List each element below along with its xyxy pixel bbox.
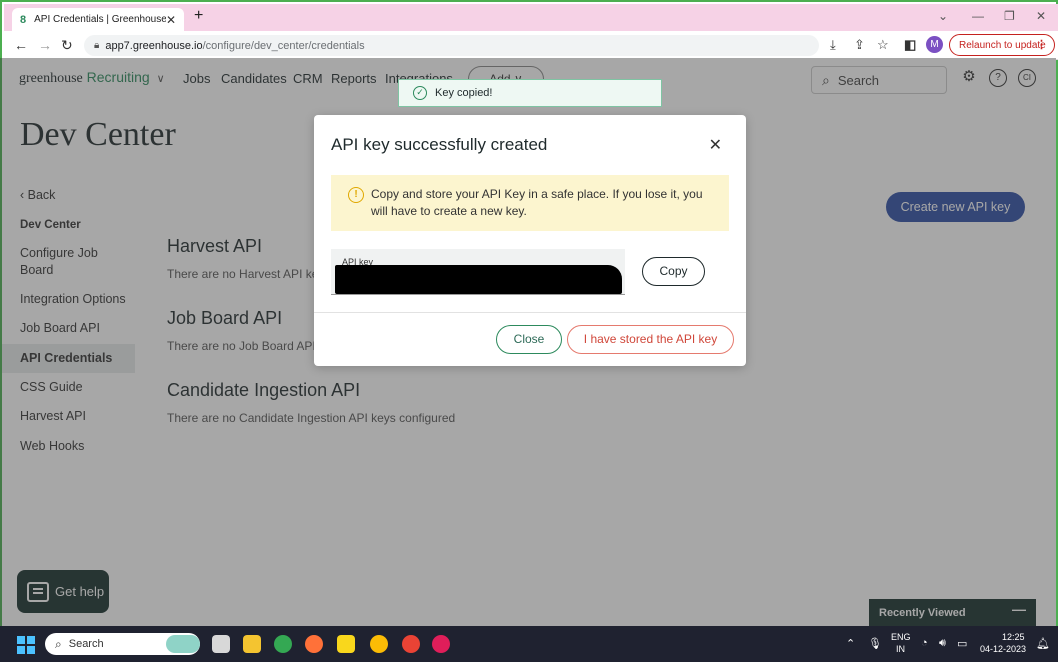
api-key-modal: API key successfully created ✕ ! Copy an…: [314, 115, 746, 366]
clock-date: 04-12-2023: [980, 644, 1027, 654]
site-info-icon[interactable]: 🔒︎: [94, 40, 99, 51]
microphone-icon[interactable]: 🎙︎: [868, 637, 882, 650]
tab-bar: 8 API Credentials | Greenhouse ✕ + ⌄ — ❐…: [4, 4, 1058, 31]
more-menu-icon[interactable]: ⋮: [1036, 38, 1047, 51]
forward-arrow-icon[interactable]: →: [38, 37, 52, 53]
check-circle-icon: ✓: [413, 86, 427, 100]
file-explorer-icon[interactable]: [243, 635, 261, 653]
minimize-icon[interactable]: —: [972, 9, 984, 23]
warning-text: Copy and store your API Key in a safe pl…: [371, 187, 703, 218]
side-panel-icon[interactable]: ◧: [904, 37, 916, 53]
slack-icon[interactable]: [432, 635, 450, 653]
profile-avatar[interactable]: M: [926, 36, 943, 53]
clock-time[interactable]: 12:25: [1002, 632, 1025, 642]
chrome-profile-icon[interactable]: [370, 635, 388, 653]
close-tab-icon[interactable]: ✕: [166, 13, 176, 27]
close-window-icon[interactable]: ✕: [1036, 9, 1046, 23]
warning-icon: !: [348, 187, 364, 203]
windows-start-icon[interactable]: [17, 636, 35, 654]
back-arrow-icon[interactable]: ←: [14, 37, 28, 53]
url-host: app7.greenhouse.io: [105, 39, 203, 52]
share-icon[interactable]: ⇪: [854, 37, 865, 53]
install-app-icon[interactable]: ⤓: [830, 37, 836, 53]
task-view-icon[interactable]: [212, 635, 230, 653]
warning-banner: ! Copy and store your API Key in a safe …: [331, 175, 729, 231]
api-key-field[interactable]: API key: [331, 249, 625, 295]
notifications-icon[interactable]: 🔔︎: [1036, 637, 1050, 650]
modal-title: API key successfully created: [331, 135, 548, 154]
address-bar: ← → ↻ 🔒︎ app7.greenhouse.io/configure/de…: [4, 31, 1058, 60]
taskbar-search-placeholder: Search: [68, 638, 104, 650]
language-indicator[interactable]: ENG: [891, 632, 911, 642]
wifi-icon[interactable]: ◔: [921, 637, 928, 649]
sticky-notes-icon[interactable]: [337, 635, 355, 653]
close-button[interactable]: Close: [496, 325, 562, 354]
search-icon: ⌕: [55, 636, 62, 651]
firefox-icon[interactable]: [305, 635, 323, 653]
relaunch-label: Relaunch to update: [959, 39, 1046, 51]
bookmark-star-icon[interactable]: ☆: [877, 37, 889, 53]
windows-taskbar: ⌕ Search ⌃ 🎙︎ ENG IN ◔ 🔊︎ ▭ 12:25 04-12-…: [0, 626, 1058, 662]
show-hidden-icons-icon[interactable]: ⌃: [846, 637, 855, 650]
modal-divider: [314, 312, 746, 313]
greenhouse-favicon-icon: 8: [20, 13, 27, 26]
browser-tab[interactable]: 8 API Credentials | Greenhouse ✕: [12, 8, 184, 31]
region-indicator: IN: [896, 644, 905, 654]
copy-button[interactable]: Copy: [642, 257, 705, 286]
relaunch-button[interactable]: Relaunch to update ⋮: [949, 34, 1055, 56]
chrome-profile-2-icon[interactable]: [402, 635, 420, 653]
url-path: /configure/dev_center/credentials: [202, 39, 365, 52]
widgets-icon[interactable]: [166, 635, 200, 653]
reload-icon[interactable]: ↻: [61, 37, 73, 54]
volume-icon[interactable]: 🔊︎: [939, 637, 946, 650]
toast-message: Key copied!: [435, 87, 493, 99]
new-tab-icon[interactable]: +: [194, 7, 203, 25]
redacted-api-key: [335, 265, 622, 294]
tab-title: API Credentials | Greenhouse: [34, 14, 166, 25]
close-icon[interactable]: ✕: [709, 135, 722, 155]
chrome-icon[interactable]: [274, 635, 292, 653]
battery-icon[interactable]: ▭: [957, 637, 967, 650]
stored-api-key-button[interactable]: I have stored the API key: [567, 325, 734, 354]
url-input[interactable]: 🔒︎ app7.greenhouse.io/configure/dev_cent…: [84, 35, 819, 56]
restore-icon[interactable]: ❐: [1004, 9, 1015, 23]
toast-notification: ✓ Key copied!: [398, 79, 662, 107]
tab-search-icon[interactable]: ⌄: [938, 9, 948, 23]
